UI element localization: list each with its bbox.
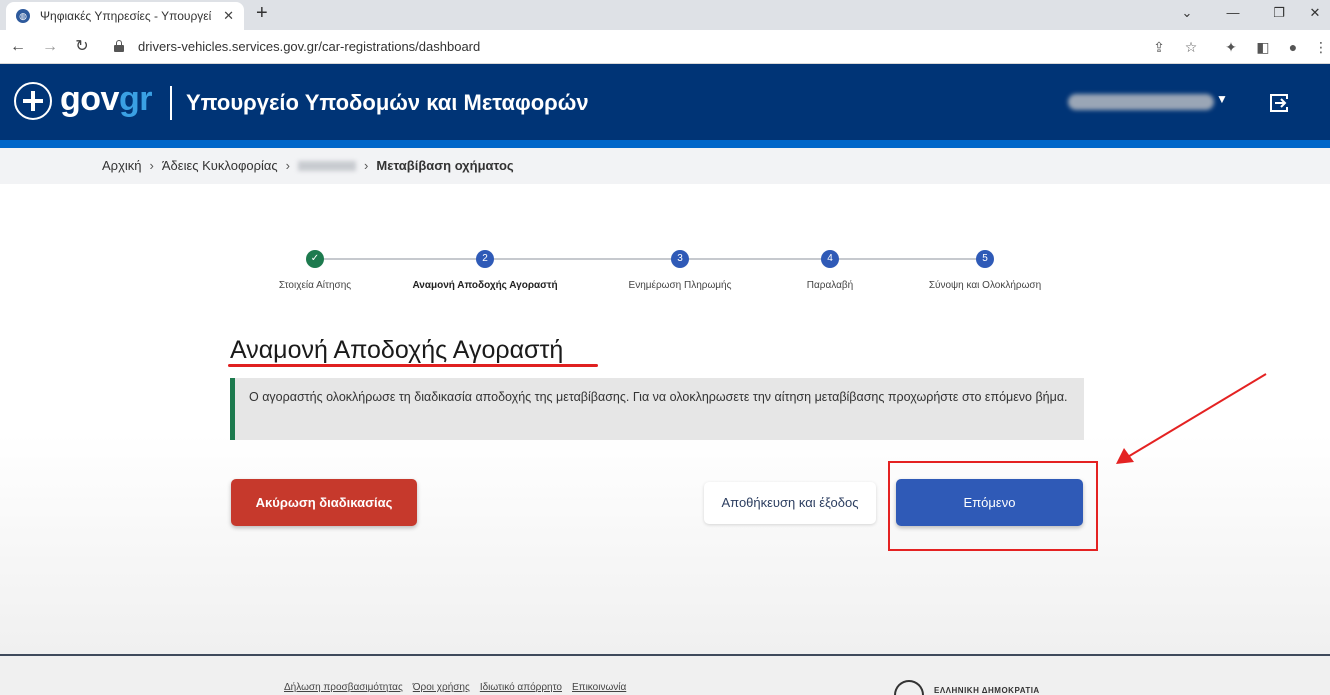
close-window-button[interactable]: ✕ bbox=[1292, 0, 1330, 30]
annotation-underline bbox=[228, 364, 598, 367]
step-1: ✓ Στοιχεία Αίτησης bbox=[230, 250, 400, 291]
star-icon[interactable]: ☆ bbox=[1182, 38, 1200, 56]
page-title: Αναμονή Αποδοχής Αγοραστή bbox=[230, 336, 564, 364]
step-label: Αναμονή Αποδοχής Αγοραστή bbox=[412, 280, 558, 291]
step-label: Παραλαβή bbox=[806, 280, 854, 291]
step-4: 4 Παραλαβή bbox=[745, 250, 915, 291]
globe-icon: ◍ bbox=[16, 9, 30, 23]
url-text: drivers-vehicles.services.gov.gr/car-reg… bbox=[138, 39, 481, 54]
breadcrumb-home[interactable]: Αρχική bbox=[102, 158, 142, 173]
arrow-right-icon[interactable]: → bbox=[38, 35, 62, 59]
puzzle-icon[interactable]: ✦ bbox=[1222, 38, 1240, 56]
breadcrumb: Αρχική › Άδειες Κυκλοφορίας › › Μεταβίβα… bbox=[102, 158, 514, 173]
progress-stepper: ✓ Στοιχεία Αίτησης 2 Αναμονή Αποδοχής Αγ… bbox=[230, 250, 1080, 300]
step-number: 5 bbox=[976, 250, 994, 268]
profile-icon[interactable]: ● bbox=[1284, 38, 1302, 56]
main-content: ✓ Στοιχεία Αίτησης 2 Αναμονή Αποδοχής Αγ… bbox=[0, 184, 1330, 654]
footer-links: Δήλωση προσβασιμότητας Όροι χρήσης Ιδιωτ… bbox=[284, 682, 626, 693]
chevron-right-icon: › bbox=[364, 158, 369, 173]
reload-icon[interactable]: ↻ bbox=[70, 35, 94, 59]
address-bar[interactable]: drivers-vehicles.services.gov.gr/car-reg… bbox=[106, 34, 1206, 60]
site-header: govgr Υπουργείο Υποδομών και Μεταφορών ▼ bbox=[0, 64, 1330, 148]
logout-icon[interactable] bbox=[1268, 92, 1290, 114]
ministry-title: Υπουργείο Υποδομών και Μεταφορών bbox=[186, 90, 589, 115]
save-and-exit-button[interactable]: Αποθήκευση και έξοδος bbox=[704, 482, 876, 524]
govgr-logo[interactable]: govgr bbox=[60, 80, 152, 118]
kebab-menu-icon[interactable]: ⋮ bbox=[1312, 38, 1330, 56]
share-icon[interactable]: ⇪ bbox=[1150, 38, 1168, 56]
republic-seal-icon bbox=[894, 680, 924, 695]
footer-link-accessibility[interactable]: Δήλωση προσβασιμότητας bbox=[284, 682, 403, 693]
step-2: 2 Αναμονή Αποδοχής Αγοραστή bbox=[400, 250, 570, 291]
footer-link-terms[interactable]: Όροι χρήσης bbox=[413, 682, 470, 693]
close-tab-icon[interactable]: ✕ bbox=[223, 8, 234, 24]
breadcrumb-licenses[interactable]: Άδειες Κυκλοφορίας bbox=[162, 158, 278, 173]
step-label: Σύνοψη και Ολοκλήρωση bbox=[928, 280, 1042, 291]
user-menu[interactable] bbox=[1068, 94, 1214, 110]
header-accent-strip bbox=[0, 140, 1330, 148]
step-number: 2 bbox=[476, 250, 494, 268]
sidebar-icon[interactable]: ◧ bbox=[1254, 38, 1272, 56]
arrow-left-icon[interactable]: ← bbox=[6, 35, 30, 59]
greek-emblem-icon bbox=[14, 82, 52, 120]
step-number: 3 bbox=[671, 250, 689, 268]
step-label: Στοιχεία Αίτησης bbox=[278, 280, 352, 291]
footer-link-contact[interactable]: Επικοινωνία bbox=[572, 682, 626, 693]
new-tab-button[interactable]: + bbox=[256, 0, 268, 30]
breadcrumb-redacted[interactable] bbox=[298, 160, 357, 171]
annotation-arrow-icon bbox=[1116, 373, 1267, 464]
caret-down-icon[interactable]: ▼ bbox=[1216, 92, 1228, 106]
step-label: Ενημέρωση Πληρωμής bbox=[628, 280, 732, 291]
step-3: 3 Ενημέρωση Πληρωμής bbox=[595, 250, 765, 291]
tab-search-chevron-icon[interactable]: ⌄ bbox=[1164, 0, 1210, 30]
breadcrumb-bar: Αρχική › Άδειες Κυκλοφορίας › › Μεταβίβα… bbox=[0, 148, 1330, 184]
browser-tab[interactable]: ◍ Ψηφιακές Υπηρεσίες - Υπουργεί ✕ bbox=[6, 2, 244, 30]
minimize-button[interactable]: — bbox=[1210, 0, 1256, 30]
check-icon: ✓ bbox=[306, 250, 324, 268]
lock-icon[interactable] bbox=[114, 40, 124, 52]
step-number: 4 bbox=[821, 250, 839, 268]
chevron-right-icon: › bbox=[149, 158, 154, 173]
footer-republic: ΕΛΛΗΝΙΚΗ ΔΗΜΟΚΡΑΤΙΑ bbox=[934, 686, 1040, 695]
cancel-process-button[interactable]: Ακύρωση διαδικασίας bbox=[231, 479, 417, 526]
footer-link-privacy[interactable]: Ιδιωτικό απόρρητο bbox=[480, 682, 562, 693]
step-5: 5 Σύνοψη και Ολοκλήρωση bbox=[900, 250, 1070, 291]
site-footer: Δήλωση προσβασιμότητας Όροι χρήσης Ιδιωτ… bbox=[0, 654, 1330, 695]
chevron-right-icon: › bbox=[285, 158, 291, 173]
header-divider bbox=[170, 86, 172, 120]
browser-tab-bar: ◍ Ψηφιακές Υπηρεσίες - Υπουργεί ✕ + ⌄ — … bbox=[0, 0, 1330, 30]
tab-title: Ψηφιακές Υπηρεσίες - Υπουργεί bbox=[40, 9, 212, 23]
success-alert: Ο αγοραστής ολοκλήρωσε τη διαδικασία απο… bbox=[230, 378, 1084, 440]
browser-toolbar: ← → ↻ drivers-vehicles.services.gov.gr/c… bbox=[0, 30, 1330, 64]
breadcrumb-current: Μεταβίβαση οχήματος bbox=[376, 158, 514, 173]
annotation-highlight-box bbox=[888, 461, 1098, 551]
